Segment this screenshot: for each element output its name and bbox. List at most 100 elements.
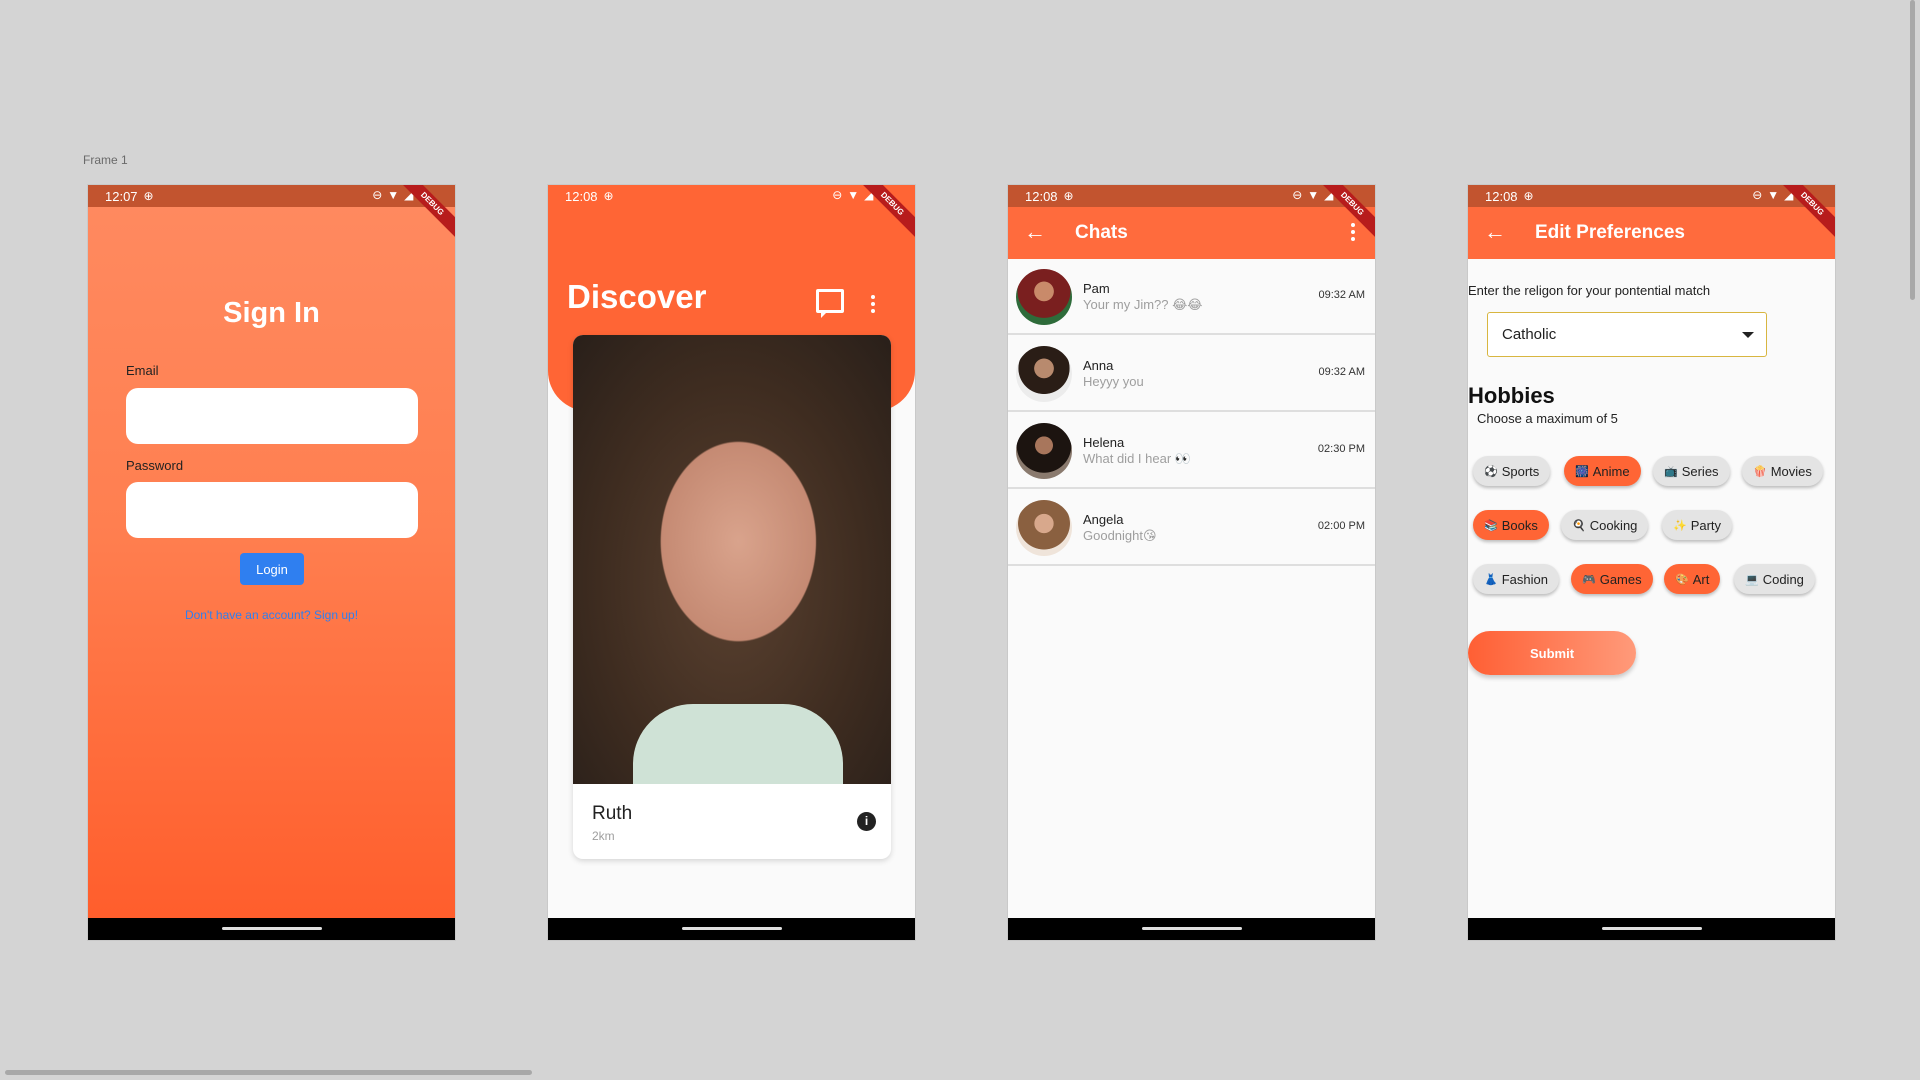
chat-time: 09:32 AM: [1318, 289, 1365, 301]
hobby-chip-series[interactable]: 📺 Series: [1653, 456, 1730, 486]
chip-label: Art: [1692, 571, 1710, 587]
chat-list-item[interactable]: Anna Heyyy you 09:32 AM: [1008, 336, 1375, 412]
tv-icon: 📺: [1664, 465, 1678, 478]
login-button[interactable]: Login: [240, 553, 304, 585]
dnd-icon: ⊖: [372, 188, 383, 202]
popcorn-icon: 🍿: [1753, 465, 1767, 478]
status-bar: 12:07 ⊕ ⊖▼◢▮: [88, 185, 455, 207]
chip-label: Anime: [1592, 463, 1630, 479]
vertical-scrollbar[interactable]: [1910, 0, 1915, 300]
hobby-chip-coding[interactable]: 💻 Coding: [1734, 564, 1815, 594]
chat-message: Goodnight😘: [1083, 528, 1157, 543]
hobby-chip-books[interactable]: 📚 Books: [1473, 510, 1549, 540]
palette-icon: 🎨: [1675, 573, 1689, 586]
signup-link[interactable]: Don't have an account? Sign up!: [88, 608, 455, 622]
hobby-chip-sports[interactable]: ⚽ Sports: [1473, 456, 1551, 486]
chat-message: Your my Jim?? 😂😂: [1083, 297, 1203, 312]
password-field[interactable]: [126, 482, 418, 538]
hobby-chip-fashion[interactable]: 👗 Fashion: [1473, 564, 1559, 594]
nav-bar: [1008, 918, 1375, 940]
profile-card[interactable]: Ruth 2km i: [573, 335, 891, 859]
app-bar: ← Edit Preferences: [1468, 207, 1835, 259]
chip-label: Sports: [1501, 463, 1540, 479]
frame-label: Frame 1: [83, 153, 128, 167]
home-indicator[interactable]: [221, 927, 322, 930]
religion-value: Catholic: [1502, 326, 1557, 343]
dress-icon: 👗: [1484, 573, 1498, 586]
wifi-icon: ▼: [847, 188, 860, 202]
sports-icon: ⚽: [1484, 465, 1498, 478]
more-vert-icon[interactable]: [871, 295, 875, 313]
books-icon: 📚: [1484, 519, 1498, 532]
chip-label: Movies: [1770, 463, 1812, 479]
hobby-chip-games[interactable]: 🎮 Games: [1571, 564, 1653, 594]
dropdown-arrow-icon: [1742, 332, 1754, 338]
chat-name: Anna: [1083, 358, 1114, 373]
profile-photo: [573, 335, 891, 784]
gamepad-icon: 🎮: [1582, 573, 1596, 586]
email-label: Email: [126, 363, 159, 378]
info-icon[interactable]: i: [857, 812, 876, 831]
chat-name: Angela: [1083, 512, 1124, 527]
chat-time: 09:32 AM: [1318, 366, 1365, 378]
chat-list-item[interactable]: Helena What did I hear 👀 02:30 PM: [1008, 413, 1375, 489]
home-indicator[interactable]: [1601, 927, 1702, 930]
settings-status-icon: ⊕: [1063, 189, 1074, 203]
pan-icon: 🍳: [1572, 519, 1586, 532]
nav-bar: [1468, 918, 1835, 940]
avatar: [1016, 500, 1072, 556]
chat-name: Pam: [1083, 281, 1110, 296]
more-vert-icon[interactable]: [1351, 223, 1355, 241]
chat-message: What did I hear 👀: [1083, 451, 1191, 466]
profile-name: Ruth: [592, 803, 633, 824]
wifi-icon: ▼: [1767, 188, 1780, 202]
status-time: 12:07: [105, 188, 138, 204]
status-bar: 12:08 ⊕ ⊖▼◢▮: [1468, 185, 1835, 207]
avatar: [1016, 423, 1072, 479]
app-bar: ← Chats: [1008, 207, 1375, 259]
nav-bar: [88, 918, 455, 940]
settings-status-icon: ⊕: [143, 189, 154, 203]
horizontal-scrollbar[interactable]: [5, 1070, 532, 1075]
avatar: [1016, 346, 1072, 402]
chip-label: Series: [1681, 463, 1719, 479]
page-title: Sign In: [223, 297, 320, 329]
home-indicator[interactable]: [681, 927, 782, 930]
dnd-icon: ⊖: [1752, 188, 1763, 202]
wifi-icon: ▼: [1307, 188, 1320, 202]
back-arrow-icon[interactable]: ←: [1484, 219, 1506, 245]
hobby-chip-art[interactable]: 🎨 Art: [1664, 564, 1721, 594]
hobby-chip-anime[interactable]: 🎆 Anime: [1564, 456, 1641, 486]
anime-icon: 🎆: [1575, 465, 1589, 478]
settings-status-icon: ⊕: [603, 189, 614, 203]
back-arrow-icon[interactable]: ←: [1024, 219, 1046, 245]
hobby-chip-movies[interactable]: 🍿 Movies: [1742, 456, 1823, 486]
avatar: [1016, 269, 1072, 325]
hobbies-title: Hobbies: [1468, 383, 1555, 408]
preferences-screen: 12:08 ⊕ ⊖▼◢▮ DEBUG ← Edit Preferences En…: [1468, 185, 1835, 940]
status-time: 12:08: [565, 188, 598, 204]
chat-name: Helena: [1083, 435, 1125, 450]
hobby-chip-party[interactable]: ✨ Party: [1662, 510, 1733, 540]
email-field[interactable]: [126, 388, 418, 444]
chip-label: Coding: [1762, 571, 1804, 587]
chat-list-item[interactable]: Angela Goodnight😘 02:00 PM: [1008, 490, 1375, 566]
sparkle-icon: ✨: [1673, 519, 1687, 532]
chip-label: Books: [1501, 517, 1538, 533]
dnd-icon: ⊖: [1292, 188, 1303, 202]
religion-dropdown[interactable]: Catholic: [1487, 312, 1767, 357]
chat-list-item[interactable]: Pam Your my Jim?? 😂😂 09:32 AM: [1008, 259, 1375, 335]
submit-button[interactable]: Submit: [1468, 631, 1636, 675]
chip-label: Games: [1599, 571, 1642, 587]
chat-icon[interactable]: [816, 289, 844, 318]
home-indicator[interactable]: [1141, 927, 1242, 930]
status-time: 12:08: [1025, 188, 1058, 204]
profile-distance: 2km: [592, 829, 615, 843]
laptop-icon: 💻: [1745, 573, 1759, 586]
signin-screen: 12:07 ⊕ ⊖▼◢▮ DEBUG Sign In Email Passwor…: [88, 185, 455, 940]
settings-status-icon: ⊕: [1523, 189, 1534, 203]
chat-time: 02:00 PM: [1317, 520, 1365, 532]
hobby-chip-cooking[interactable]: 🍳 Cooking: [1561, 510, 1649, 540]
password-label: Password: [126, 458, 184, 473]
status-bar: 12:08 ⊕ ⊖▼◢▮: [1008, 185, 1375, 207]
